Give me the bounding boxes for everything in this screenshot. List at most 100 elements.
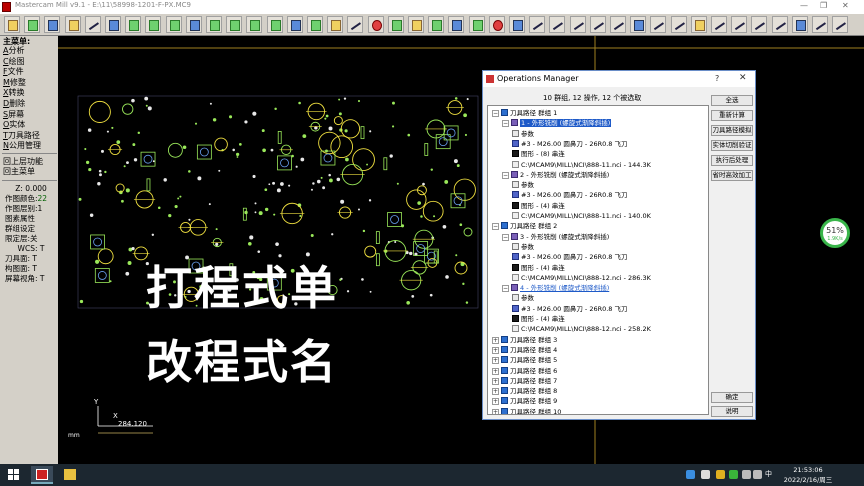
help-icon[interactable]: ? [715,74,719,83]
back-level-button[interactable]: 回上层功能 [3,157,43,167]
operations-tree[interactable]: − 刀具路径 群组 1−1 - 外形铣削 (螺旋式渐降斜插) 参数 #3 - M26.… [487,105,709,415]
toolbar-button-icon[interactable] [266,16,283,33]
tray-network-icon[interactable] [742,470,751,479]
menu-item-a[interactable]: A分析 [3,46,24,56]
toolbar-button-icon[interactable] [367,16,384,33]
toolbar-button-icon[interactable] [791,16,808,33]
minimize-button[interactable]: — [800,1,808,10]
collapse-icon[interactable]: − [502,120,509,128]
tree-node[interactable]: #3 - M26.00 圆鼻刀 - 26R0.8 飞刀 [512,304,628,314]
toolbar-button-icon[interactable] [286,16,303,33]
tree-node[interactable]: − 1 - 外形铣削 (螺旋式渐降斜插) [502,118,612,128]
collapse-icon[interactable]: − [492,223,499,231]
tree-node[interactable]: − 2 - 外形铣削 (螺旋式渐降斜插) [502,170,609,180]
maximize-button[interactable]: ❐ [820,1,827,10]
tree-node[interactable]: 参数 [512,293,534,303]
menu-item-d[interactable]: D删除 [3,99,25,109]
collapse-icon[interactable]: − [502,285,509,293]
select-all-button[interactable]: 全选 [711,95,753,106]
tree-node[interactable]: 图形 - (4) 串连 [512,314,565,324]
tree-node[interactable]: + 刀具路径 群组 6 [492,366,557,376]
help-button[interactable]: 说明 [711,406,753,417]
tree-node[interactable]: 图形 - (4) 串连 [512,263,565,273]
tree-node[interactable]: − 刀具路径 群组 2 [492,221,557,231]
menu-item-o[interactable]: O实体 [3,120,25,130]
toolbar-button-icon[interactable] [4,16,20,33]
toolbar-button-icon[interactable] [64,16,81,33]
toolbar-button-icon[interactable] [771,16,788,33]
toolbar-button-icon[interactable] [670,16,687,33]
tray-bluetooth-icon[interactable] [686,470,695,479]
tree-node[interactable]: + 刀具路径 群组 7 [492,376,557,386]
post-button[interactable]: 执行后处理 [711,155,753,166]
network-speed-widget[interactable]: 51% 1.9K/s [820,218,850,248]
toolbar-button-icon[interactable] [206,16,222,33]
toolbar-button-icon[interactable] [549,16,566,33]
collapse-icon[interactable]: − [492,110,499,117]
tree-node[interactable]: 图形 - (8) 串连 [512,149,565,159]
toolbar-button-icon[interactable] [226,16,243,33]
taskbar-clock[interactable]: 21:53:06 2022/2/16/周三 [780,465,836,485]
regenerate-button[interactable]: 重新计算 [711,110,753,121]
toolbar-button-icon[interactable] [165,16,182,33]
expand-icon[interactable]: + [492,336,499,344]
toolbar-button-icon[interactable] [84,16,101,33]
toolbar-button-icon[interactable] [711,16,727,33]
toolbar-button-icon[interactable] [832,16,849,33]
toolbar-button-icon[interactable] [589,16,606,33]
taskbar-mastercam-icon[interactable] [31,466,53,484]
tree-node[interactable]: − 4 - 外形铣削 (螺旋式渐降斜插) [502,283,609,293]
toolbar-button-icon[interactable] [185,16,202,33]
tree-node[interactable]: + 刀具路径 群组 5 [492,355,557,365]
tray-volume-icon[interactable] [753,470,762,479]
attributes-setting[interactable]: 图素属性 [2,214,57,224]
tray-cloud-icon[interactable] [701,470,710,479]
toolbar-button-icon[interactable] [246,16,263,33]
toolbar-button-icon[interactable] [145,16,162,33]
collapse-icon[interactable]: − [502,233,509,241]
windows-start-icon[interactable] [8,469,20,481]
tool-plane-setting[interactable]: 刀具面: T [2,254,57,264]
tree-node[interactable]: #3 - M26.00 圆鼻刀 - 26R0.8 飞刀 [512,139,628,149]
expand-icon[interactable]: + [492,388,499,396]
expand-icon[interactable]: + [492,398,499,406]
toolbar-button-icon[interactable] [105,16,121,33]
wcs-setting[interactable]: WCS: T [2,244,57,254]
tree-node[interactable]: + 刀具路径 群组 8 [492,386,557,396]
close-window-button[interactable]: ✕ [842,1,849,10]
toolbar-button-icon[interactable] [569,16,586,33]
tray-wechat-icon[interactable] [729,470,738,479]
toolbar-button-icon[interactable] [448,16,465,33]
toolbar-button-icon[interactable] [125,16,142,33]
group-setting[interactable]: 群组设定 [2,224,57,234]
toolbar-button-icon[interactable] [509,16,525,33]
tree-node[interactable]: C:\MCAM9\MILL\NCI\888-12.nci - 286.3K [512,273,651,283]
toolbar-button-icon[interactable] [307,16,323,33]
tray-shield-icon[interactable] [716,470,725,479]
tree-node[interactable]: − 3 - 外形铣削 (螺旋式渐降斜插) [502,232,609,242]
input-method-indicator[interactable]: 中 [765,469,772,479]
limit-layer-setting[interactable]: 限定层:关 [2,234,57,244]
menu-item-t[interactable]: T刀具路径 [3,131,40,141]
tree-node[interactable]: 参数 [512,180,534,190]
taskbar-folder-icon[interactable] [59,466,81,484]
toolbar-button-icon[interactable] [610,16,626,33]
toolbar-button-icon[interactable] [650,16,667,33]
tree-node[interactable]: #3 - M26.00 圆鼻刀 - 26R0.8 飞刀 [512,190,628,200]
close-dialog-button[interactable]: ✕ [739,73,747,83]
toolbar-button-icon[interactable] [812,16,828,33]
toolbar-button-icon[interactable] [529,16,546,33]
tree-node[interactable]: + 刀具路径 群组 9 [492,396,557,406]
toolbar-button-icon[interactable] [751,16,768,33]
toolbar-button-icon[interactable] [630,16,647,33]
expand-icon[interactable]: + [492,377,499,385]
tree-node[interactable]: C:\MCAM9\MILL\NCI\888-11.nci - 140.0K [512,211,651,221]
menu-item-m[interactable]: M修整 [3,78,26,88]
collapse-icon[interactable]: − [502,171,509,179]
expand-icon[interactable]: + [492,408,499,414]
backplot-button[interactable]: 刀具路径模拟 [711,125,753,136]
tree-node[interactable]: 图形 - (4) 串连 [512,201,565,211]
toolbar-button-icon[interactable] [690,16,707,33]
ok-button[interactable]: 确定 [711,392,753,403]
toolbar-button-icon[interactable] [428,16,445,33]
